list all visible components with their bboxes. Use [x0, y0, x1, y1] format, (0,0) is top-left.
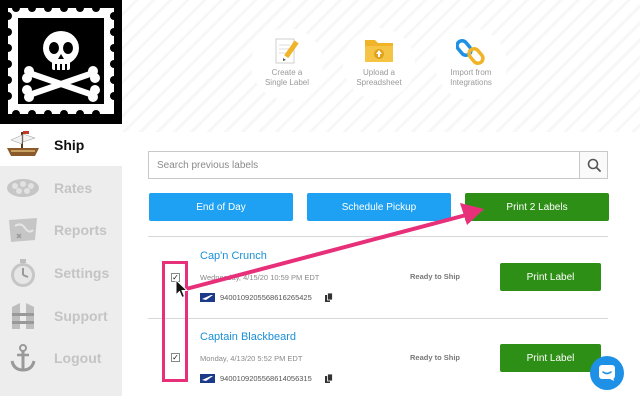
folder-upload-icon	[365, 40, 393, 62]
action-circle	[435, 28, 507, 100]
print-label-button[interactable]: Print Label	[500, 344, 601, 372]
action-label: Import from Integrations	[432, 68, 510, 88]
copy-icon[interactable]	[325, 374, 333, 383]
copy-icon[interactable]	[325, 293, 333, 302]
sidebar-item-support[interactable]: Support	[0, 295, 122, 337]
sidebar-item-label: Reports	[54, 222, 107, 238]
action-circle	[251, 28, 323, 100]
sidebar: Ship Rates Reports Settings Support Logo…	[0, 0, 122, 396]
usps-logo-icon	[200, 374, 215, 383]
schedule-pickup-button[interactable]: Schedule Pickup	[307, 193, 451, 221]
anchor-icon	[4, 342, 42, 374]
divider	[148, 236, 608, 237]
action-circle	[343, 28, 415, 100]
tracking-number: 9400109205568614056315	[220, 374, 312, 383]
sidebar-item-reports[interactable]: Reports	[0, 209, 122, 251]
recipient-name-link[interactable]: Captain Blackbeard	[200, 331, 296, 343]
sidebar-item-label: Rates	[54, 180, 93, 196]
rates-icon	[4, 172, 42, 204]
import-integrations-button[interactable]: Import from Integrations	[432, 28, 510, 100]
sidebar-item-rates[interactable]: Rates	[0, 167, 122, 209]
print-labels-button[interactable]: Print 2 Labels	[465, 193, 609, 221]
recipient-name-link[interactable]: Cap'n Crunch	[200, 250, 267, 262]
label-date: Monday, 4/13/20 5:52 PM EDT	[200, 354, 303, 363]
tracking-number: 9400109205568616265425	[220, 293, 312, 302]
action-label: Upload a Spreadsheet	[340, 68, 418, 88]
sidebar-item-label: Settings	[54, 265, 110, 281]
pirate-ship-icon	[4, 129, 42, 161]
search-box	[148, 151, 608, 179]
action-label: Create a Single Label	[248, 68, 326, 88]
action-label-line1: Upload a	[362, 68, 396, 77]
search-icon	[587, 158, 601, 172]
label-date: Wednesday, 4/15/20 10:59 PM EDT	[200, 273, 320, 282]
skull-crossbones-icon	[8, 8, 114, 114]
life-vest-icon	[4, 300, 42, 332]
upload-spreadsheet-button[interactable]: Upload a Spreadsheet	[340, 28, 418, 100]
sidebar-item-label: Ship	[54, 137, 85, 153]
search-input[interactable]	[149, 152, 579, 178]
search-button[interactable]	[579, 152, 607, 178]
sidebar-item-settings[interactable]: Settings	[0, 252, 122, 294]
create-single-label-button[interactable]: Create a Single Label	[248, 28, 326, 100]
action-label-line1: Create a	[271, 68, 303, 77]
mouse-cursor-icon	[175, 279, 189, 299]
usps-logo-icon	[200, 293, 215, 302]
pencil-label-icon	[275, 38, 299, 64]
chain-link-icon	[456, 38, 485, 66]
sidebar-item-label: Logout	[54, 350, 102, 366]
chat-button[interactable]	[590, 356, 624, 390]
stopwatch-icon	[4, 257, 42, 289]
divider	[148, 318, 608, 319]
chat-icon	[599, 365, 615, 381]
pirate-stamp-logo[interactable]	[0, 0, 122, 124]
sidebar-item-ship[interactable]: Ship	[0, 124, 122, 166]
action-label-line2: Spreadsheet	[356, 78, 402, 87]
sidebar-item-label: Support	[54, 308, 108, 324]
action-label-line2: Integrations	[450, 78, 492, 87]
action-label-line1: Import from	[450, 68, 492, 77]
action-label-line2: Single Label	[264, 78, 310, 87]
status-text: Ready to Ship	[410, 272, 461, 281]
print-label-button[interactable]: Print Label	[500, 263, 601, 291]
status-text: Ready to Ship	[410, 353, 461, 362]
map-icon	[4, 214, 42, 246]
end-of-day-button[interactable]: End of Day	[149, 193, 293, 221]
sidebar-item-logout[interactable]: Logout	[0, 337, 122, 379]
